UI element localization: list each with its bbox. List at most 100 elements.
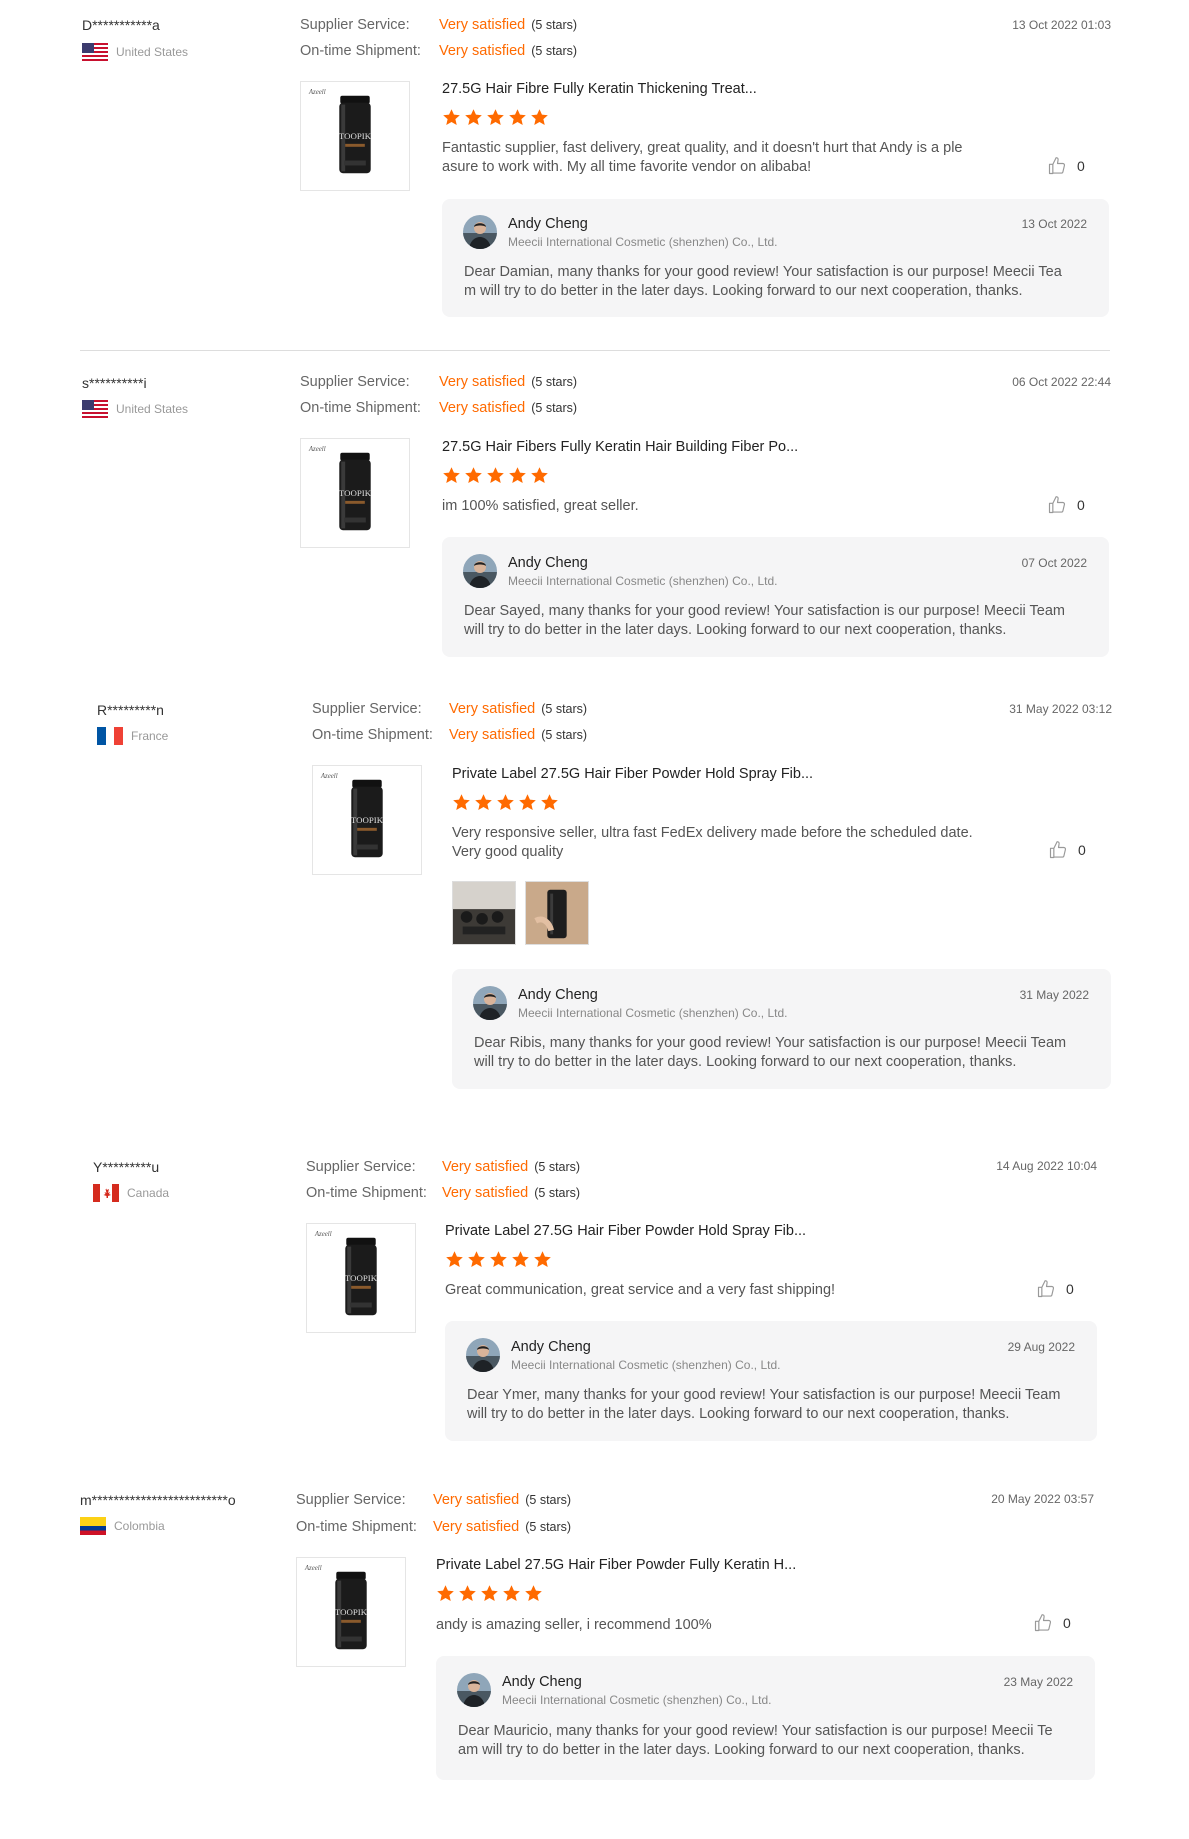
country-label: United States bbox=[116, 45, 189, 59]
supplier-service-label: Supplier Service: bbox=[300, 374, 410, 390]
reply-date: 23 May 2022 bbox=[1003, 1675, 1073, 1689]
like-button[interactable]: 0 bbox=[1036, 1279, 1074, 1299]
supplier-reply: Andy Cheng Meecii International Cosmetic… bbox=[442, 199, 1109, 317]
review-comment: Fantastic supplier, fast delivery, great… bbox=[442, 139, 1002, 177]
colombia-flag-icon bbox=[80, 1517, 106, 1535]
reply-company: Meecii International Cosmetic (shenzhen)… bbox=[508, 574, 778, 588]
star-icon bbox=[502, 1584, 521, 1603]
buyer-name: Y*********u bbox=[93, 1159, 160, 1175]
review-date: 31 May 2022 03:12 bbox=[1009, 702, 1112, 716]
country-label: United States bbox=[116, 402, 189, 416]
on-time-shipment-value: Very satisfied bbox=[442, 1185, 529, 1201]
reply-line: m will try to do better in the later day… bbox=[464, 283, 1023, 299]
review-photo[interactable] bbox=[525, 881, 589, 945]
star-icon bbox=[458, 1584, 477, 1603]
star-icon bbox=[464, 108, 483, 127]
us-flag-icon bbox=[82, 43, 108, 61]
comment-line: andy is amazing seller, i recommend 100% bbox=[436, 1617, 712, 1633]
supplier-service-stars: (5 stars) bbox=[531, 375, 578, 389]
product-thumbnail[interactable] bbox=[300, 438, 410, 548]
avatar bbox=[463, 554, 497, 588]
review-date: 20 May 2022 03:57 bbox=[991, 1492, 1094, 1506]
review-date: 13 Oct 2022 01:03 bbox=[1012, 18, 1111, 32]
like-count: 0 bbox=[1078, 842, 1086, 858]
reply-text: Dear Sayed, many thanks for your good re… bbox=[464, 602, 1094, 640]
reply-text: Dear Damian, many thanks for your good r… bbox=[464, 263, 1094, 301]
comment-line: Great communication, great service and a… bbox=[445, 1282, 836, 1298]
supplier-reply: Andy Cheng Meecii International Cosmetic… bbox=[452, 969, 1111, 1089]
like-count: 0 bbox=[1077, 497, 1085, 513]
avatar bbox=[473, 986, 507, 1020]
on-time-shipment-stars: (5 stars) bbox=[525, 1520, 572, 1534]
buyer-country: France bbox=[97, 727, 168, 745]
star-rating bbox=[442, 466, 549, 485]
buyer-country: United States bbox=[82, 43, 188, 61]
product-title[interactable]: Private Label 27.5G Hair Fiber Powder Ho… bbox=[445, 1223, 806, 1239]
star-rating bbox=[436, 1584, 543, 1603]
review-date: 06 Oct 2022 22:44 bbox=[1012, 375, 1111, 389]
supplier-service-rating: Supplier Service: Very satisfied (5 stars) bbox=[306, 1159, 580, 1175]
on-time-shipment-stars: (5 stars) bbox=[531, 44, 578, 58]
buyer-name: D***********a bbox=[82, 17, 160, 33]
thumbs-up-icon bbox=[1036, 1279, 1056, 1299]
star-icon bbox=[486, 466, 505, 485]
review-comment: andy is amazing seller, i recommend 100% bbox=[436, 1616, 976, 1635]
reply-date: 07 Oct 2022 bbox=[1021, 556, 1087, 570]
star-icon bbox=[530, 108, 549, 127]
supplier-service-rating: Supplier Service: Very satisfied (5 stars) bbox=[312, 701, 587, 717]
on-time-shipment-label: On-time Shipment: bbox=[306, 1185, 427, 1201]
like-button[interactable]: 0 bbox=[1033, 1613, 1071, 1633]
thumbs-up-icon bbox=[1047, 495, 1067, 515]
reply-line: Dear Ribis, many thanks for your good re… bbox=[474, 1035, 1067, 1051]
like-button[interactable]: 0 bbox=[1047, 495, 1085, 515]
reply-company: Meecii International Cosmetic (shenzhen)… bbox=[511, 1358, 781, 1372]
star-icon bbox=[511, 1250, 530, 1269]
product-thumbnail[interactable] bbox=[300, 81, 410, 191]
supplier-service-label: Supplier Service: bbox=[296, 1492, 406, 1508]
on-time-shipment-value: Very satisfied bbox=[433, 1519, 520, 1535]
star-icon bbox=[464, 466, 483, 485]
supplier-service-label: Supplier Service: bbox=[306, 1159, 416, 1175]
star-rating bbox=[452, 793, 559, 812]
on-time-shipment-label: On-time Shipment: bbox=[296, 1519, 417, 1535]
reply-author: Andy Cheng bbox=[508, 555, 588, 571]
supplier-service-value: Very satisfied bbox=[442, 1159, 529, 1175]
product-title[interactable]: 27.5G Hair Fibre Fully Keratin Thickenin… bbox=[442, 81, 757, 97]
supplier-service-stars: (5 stars) bbox=[531, 18, 578, 32]
country-label: France bbox=[131, 729, 169, 743]
us-flag-icon bbox=[82, 400, 108, 418]
reply-line: Dear Damian, many thanks for your good r… bbox=[464, 264, 1062, 280]
supplier-service-value: Very satisfied bbox=[439, 17, 526, 33]
reply-date: 13 Oct 2022 bbox=[1021, 217, 1087, 231]
buyer-country: Colombia bbox=[80, 1517, 165, 1535]
product-thumbnail[interactable] bbox=[306, 1223, 416, 1333]
on-time-shipment-value: Very satisfied bbox=[449, 727, 536, 743]
product-title[interactable]: Private Label 27.5G Hair Fiber Powder Fu… bbox=[436, 1557, 796, 1573]
on-time-shipment-rating: On-time Shipment: Very satisfied (5 stars) bbox=[300, 43, 577, 59]
reply-text: Dear Mauricio, many thanks for your good… bbox=[458, 1722, 1083, 1760]
star-icon bbox=[530, 466, 549, 485]
reply-line: Dear Mauricio, many thanks for your good… bbox=[458, 1723, 1053, 1739]
on-time-shipment-stars: (5 stars) bbox=[541, 728, 588, 742]
on-time-shipment-label: On-time Shipment: bbox=[300, 43, 421, 59]
star-rating bbox=[442, 108, 549, 127]
product-title[interactable]: 27.5G Hair Fibers Fully Keratin Hair Bui… bbox=[442, 439, 798, 455]
star-icon bbox=[489, 1250, 508, 1269]
review-photo[interactable] bbox=[452, 881, 516, 945]
supplier-reply: Andy Cheng Meecii International Cosmetic… bbox=[445, 1321, 1097, 1441]
like-button[interactable]: 0 bbox=[1048, 840, 1086, 860]
reply-author: Andy Cheng bbox=[511, 1339, 591, 1355]
product-thumbnail[interactable] bbox=[312, 765, 422, 875]
reply-line: will try to do better in the later days.… bbox=[464, 622, 1007, 638]
buyer-country: United States bbox=[82, 400, 188, 418]
product-title[interactable]: Private Label 27.5G Hair Fiber Powder Ho… bbox=[452, 766, 813, 782]
reply-author: Andy Cheng bbox=[502, 1674, 582, 1690]
product-thumbnail[interactable] bbox=[296, 1557, 406, 1667]
review-divider bbox=[80, 350, 1110, 351]
star-icon bbox=[442, 108, 461, 127]
like-button[interactable]: 0 bbox=[1047, 156, 1085, 176]
country-label: Colombia bbox=[114, 1519, 165, 1533]
star-icon bbox=[467, 1250, 486, 1269]
comment-line: im 100% satisfied, great seller. bbox=[442, 498, 639, 514]
star-icon bbox=[540, 793, 559, 812]
